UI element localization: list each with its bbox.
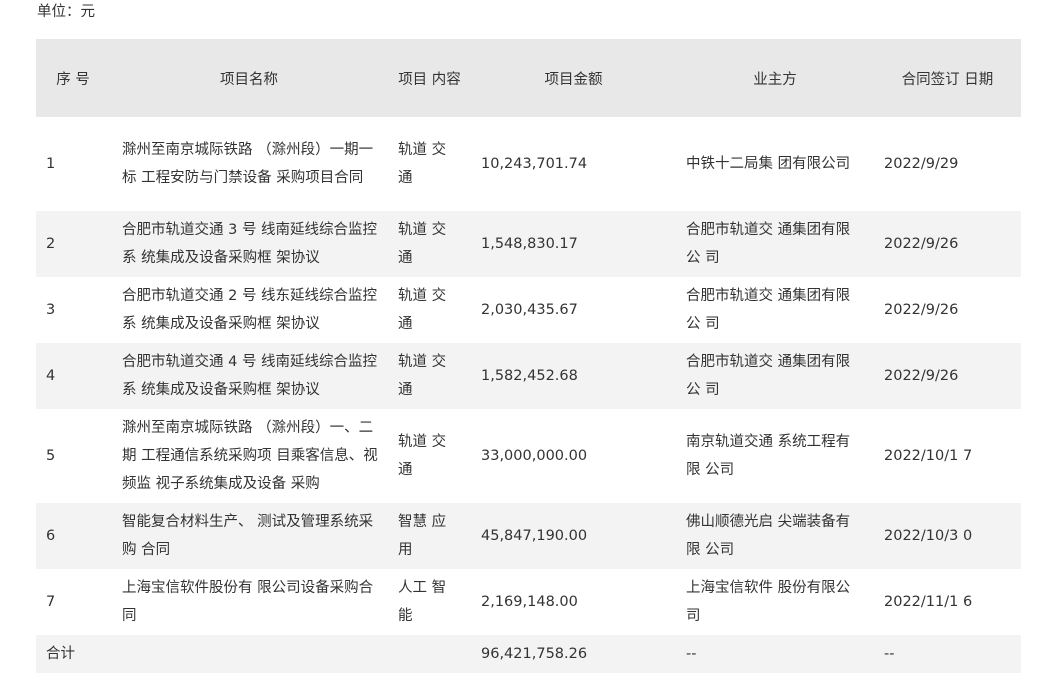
row-date: 2022/9/29 [884, 156, 959, 172]
row-amount: 10,243,701.74 [481, 156, 588, 172]
row-content: 轨道 交通 [398, 142, 447, 186]
table-row: 4 合肥市轨道交通 4 号 线南延线综合监控系 统集成及设备采购框 架协议 轨道… [36, 343, 1021, 409]
table-row: 3 合肥市轨道交通 2 号 线东延线综合监控系 统集成及设备采购框 架协议 轨道… [36, 277, 1021, 343]
row-content: 智慧 应用 [398, 514, 447, 558]
row-name: 滁州至南京城际铁路 （滁州段）一期一标 工程安防与门禁设备 采购项目合同 [110, 117, 388, 211]
total-row: 合计 96,421,758.26 -- -- [36, 635, 1021, 673]
row-owner: 南京轨道交通 系统工程有限 公司 [686, 434, 851, 478]
row-content: 轨道 交通 [398, 434, 447, 478]
row-index: 7 [46, 594, 56, 610]
row-amount: 45,847,190.00 [481, 528, 588, 544]
total-amount: 96,421,758.26 [481, 646, 588, 662]
header-content: 项目 内容 [398, 71, 461, 88]
row-date: 2022/10/1 7 [884, 448, 973, 464]
row-name: 滁州至南京城际铁路 （滁州段）一、二期 工程通信系统采购项 目乘客信息、视频监 … [110, 409, 388, 503]
total-content-empty [388, 635, 471, 673]
row-index: 2 [46, 236, 56, 252]
row-name: 合肥市轨道交通 2 号 线东延线综合监控系 统集成及设备采购框 架协议 [110, 277, 388, 343]
row-name-text: 滁州至南京城际铁路 （滁州段）一、二期 工程通信系统采购项 目乘客信息、视频监 … [122, 420, 378, 492]
contracts-table: 序 号 项目名称 项目 内容 项目金额 业主方 合同签订 日期 1 滁州至南京城… [36, 39, 1021, 673]
total-date: -- [884, 646, 895, 662]
row-content: 轨道 交通 [398, 288, 447, 332]
row-owner: 上海宝信软件 股份有限公司 [686, 580, 851, 624]
row-index: 6 [46, 528, 56, 544]
row-name-text: 滁州至南京城际铁路 （滁州段）一期一标 工程安防与门禁设备 采购项目合同 [122, 142, 374, 186]
header-row: 序 号 项目名称 项目 内容 项目金额 业主方 合同签订 日期 [36, 39, 1021, 117]
row-amount: 1,548,830.17 [481, 236, 578, 252]
row-date: 2022/10/3 0 [884, 528, 973, 544]
header-name: 项目名称 [220, 71, 278, 88]
total-owner: -- [686, 646, 697, 662]
row-amount: 2,030,435.67 [481, 302, 578, 318]
row-date: 2022/9/26 [884, 302, 959, 318]
total-name-empty [110, 635, 388, 673]
row-name: 智能复合材料生产、 测试及管理系统采购 合同 [110, 503, 388, 569]
row-date: 2022/9/26 [884, 236, 959, 252]
row-name-text: 合肥市轨道交通 3 号 线南延线综合监控系 统集成及设备采购框 架协议 [122, 222, 378, 266]
row-content: 轨道 交通 [398, 354, 447, 398]
table-row: 6 智能复合材料生产、 测试及管理系统采购 合同 智慧 应用 45,847,19… [36, 503, 1021, 569]
unit-label: 单位：元 [37, 4, 95, 20]
row-index: 5 [46, 448, 56, 464]
row-amount: 1,582,452.68 [481, 368, 578, 384]
row-content: 轨道 交通 [398, 222, 447, 266]
table-row: 5 滁州至南京城际铁路 （滁州段）一、二期 工程通信系统采购项 目乘客信息、视频… [36, 409, 1021, 503]
table-row: 7 上海宝信软件股份有 限公司设备采购合同 人工 智能 2,169,148.00… [36, 569, 1021, 635]
row-name-text: 合肥市轨道交通 2 号 线东延线综合监控系 统集成及设备采购框 架协议 [122, 288, 378, 332]
row-owner: 合肥市轨道交 通集团有限公 司 [686, 354, 851, 398]
row-name-text: 上海宝信软件股份有 限公司设备采购合同 [122, 580, 374, 624]
row-name-text: 合肥市轨道交通 4 号 线南延线综合监控系 统集成及设备采购框 架协议 [122, 354, 378, 398]
row-index: 3 [46, 302, 56, 318]
header-amount: 项目金额 [544, 71, 603, 88]
header-owner: 业主方 [753, 71, 797, 88]
row-owner: 合肥市轨道交 通集团有限公 司 [686, 288, 851, 332]
header-date: 合同签订 日期 [901, 71, 994, 88]
row-date: 2022/9/26 [884, 368, 959, 384]
row-name-text: 智能复合材料生产、 测试及管理系统采购 合同 [122, 514, 374, 558]
table-header: 序 号 项目名称 项目 内容 项目金额 业主方 合同签订 日期 [36, 39, 1021, 117]
row-amount: 33,000,000.00 [481, 448, 588, 464]
row-owner: 合肥市轨道交 通集团有限公 司 [686, 222, 851, 266]
row-owner: 中铁十二局集 团有限公司 [686, 156, 851, 172]
row-content: 人工 智能 [398, 580, 447, 624]
table-row: 1 滁州至南京城际铁路 （滁州段）一期一标 工程安防与门禁设备 采购项目合同 轨… [36, 117, 1021, 211]
row-amount: 2,169,148.00 [481, 594, 578, 610]
row-date: 2022/11/1 6 [884, 594, 973, 610]
row-index: 1 [46, 156, 56, 172]
total-label: 合计 [46, 646, 75, 662]
table-body: 1 滁州至南京城际铁路 （滁州段）一期一标 工程安防与门禁设备 采购项目合同 轨… [36, 117, 1021, 673]
row-index: 4 [46, 368, 56, 384]
row-name: 上海宝信软件股份有 限公司设备采购合同 [110, 569, 388, 635]
row-owner: 佛山顺德光启 尖端装备有限 公司 [686, 514, 851, 558]
header-index: 序 号 [56, 71, 90, 88]
row-name: 合肥市轨道交通 4 号 线南延线综合监控系 统集成及设备采购框 架协议 [110, 343, 388, 409]
row-name: 合肥市轨道交通 3 号 线南延线综合监控系 统集成及设备采购框 架协议 [110, 211, 388, 277]
table-row: 2 合肥市轨道交通 3 号 线南延线综合监控系 统集成及设备采购框 架协议 轨道… [36, 211, 1021, 277]
